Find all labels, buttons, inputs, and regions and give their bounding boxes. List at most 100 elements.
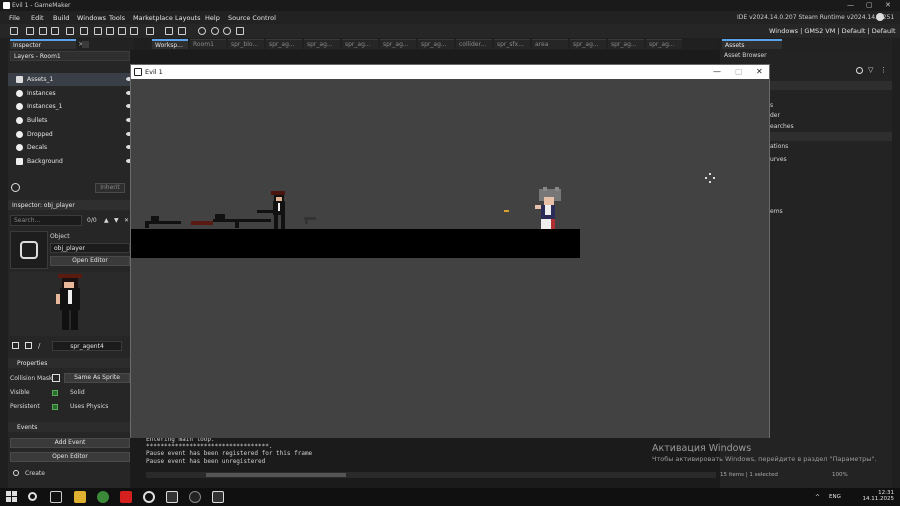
events-header[interactable]: Events bbox=[8, 422, 134, 432]
gamemaker-taskbar-icon[interactable] bbox=[166, 491, 178, 503]
more-icon[interactable]: ⋮ bbox=[880, 66, 887, 74]
tab-asset[interactable]: spr_ag... bbox=[608, 39, 644, 49]
language-indicator[interactable]: ENG bbox=[829, 494, 841, 500]
steam-icon[interactable] bbox=[189, 491, 201, 503]
pencil-icon[interactable]: / bbox=[38, 342, 40, 350]
zoom-out-icon[interactable] bbox=[211, 27, 219, 35]
account-icon[interactable] bbox=[876, 13, 884, 21]
help-icon[interactable] bbox=[178, 27, 186, 35]
save-icon[interactable] bbox=[51, 27, 59, 35]
add-asset-icon[interactable] bbox=[856, 67, 863, 74]
open-editor-events-button[interactable]: Open Editor bbox=[10, 452, 130, 462]
target-icon[interactable] bbox=[94, 27, 102, 35]
asset-row[interactable]: der bbox=[770, 112, 780, 119]
layer-row[interactable]: Decals bbox=[8, 141, 134, 154]
youtube-icon[interactable] bbox=[120, 491, 132, 503]
clock[interactable]: 12:31 14.11.2025 bbox=[863, 490, 895, 502]
collision-mask-select[interactable]: Same As Sprite bbox=[64, 373, 130, 383]
asset-zoom[interactable]: 100% bbox=[832, 472, 848, 478]
search-close-icon[interactable]: ✕ bbox=[124, 217, 129, 224]
tab-asset[interactable]: collider... bbox=[456, 39, 492, 49]
layer-row[interactable]: Dropped bbox=[8, 128, 134, 141]
open-project-icon[interactable] bbox=[39, 27, 47, 35]
tab-asset[interactable]: spr_ag... bbox=[342, 39, 378, 49]
menu-build[interactable]: Build bbox=[53, 14, 69, 22]
search-up-icon[interactable]: ▲ bbox=[104, 217, 109, 224]
zoom-in-icon[interactable] bbox=[198, 27, 206, 35]
zoom-reset-icon[interactable] bbox=[223, 27, 231, 35]
search-input[interactable]: Search... bbox=[10, 215, 82, 226]
settings-icon[interactable] bbox=[146, 27, 154, 35]
tab-assets[interactable]: Assets bbox=[722, 39, 782, 49]
search-taskbar-icon[interactable] bbox=[28, 492, 37, 501]
game-close-button[interactable]: ✕ bbox=[756, 67, 763, 76]
asset-row-selected[interactable] bbox=[770, 132, 892, 141]
tab-asset[interactable]: spr_ag... bbox=[266, 39, 302, 49]
tab-asset[interactable]: spr_sfx... bbox=[494, 39, 530, 49]
output-scrollbar[interactable] bbox=[146, 472, 716, 478]
asset-row[interactable]: ems bbox=[770, 208, 783, 215]
add-event-button[interactable]: Add Event bbox=[10, 438, 130, 448]
game-minimize-button[interactable]: — bbox=[713, 67, 721, 76]
minimize-button[interactable]: — bbox=[847, 1, 854, 9]
layer-row[interactable]: Instances bbox=[8, 87, 134, 100]
asset-row[interactable]: ations bbox=[770, 143, 788, 150]
menu-marketplace[interactable]: Marketplace bbox=[133, 14, 173, 22]
collision-mask-icon[interactable] bbox=[52, 374, 60, 382]
sprite-icon[interactable] bbox=[12, 342, 19, 349]
asset-row[interactable]: urves bbox=[770, 156, 787, 163]
stop-icon[interactable] bbox=[130, 27, 138, 35]
search-down-icon[interactable]: ▼ bbox=[114, 217, 119, 224]
chrome-icon[interactable] bbox=[97, 491, 109, 503]
menu-source-control[interactable]: Source Control bbox=[228, 14, 276, 22]
task-view-icon[interactable] bbox=[50, 491, 62, 503]
asset-row-selected[interactable] bbox=[770, 81, 892, 90]
target-status[interactable]: Windows | GMS2 VM | Default | Default bbox=[769, 27, 896, 35]
asset-row[interactable]: s bbox=[770, 102, 773, 109]
layer-row[interactable]: Background bbox=[8, 155, 134, 168]
tab-room1[interactable]: Room1 bbox=[190, 39, 226, 49]
new-project-icon[interactable] bbox=[26, 27, 34, 35]
add-layer-icon[interactable] bbox=[11, 183, 20, 192]
run-icon[interactable] bbox=[118, 27, 126, 35]
tab-workspace[interactable]: Worksp... bbox=[152, 39, 188, 49]
start-button[interactable] bbox=[6, 491, 18, 503]
inherit-button[interactable]: Inherit bbox=[95, 183, 125, 193]
game-window-titlebar[interactable]: Evil 1 — ▢ ✕ bbox=[131, 65, 769, 79]
edit-sprite-icon[interactable] bbox=[25, 342, 32, 349]
game-canvas[interactable] bbox=[131, 79, 769, 438]
menu-file[interactable]: File bbox=[9, 14, 20, 22]
filter-icon[interactable]: ▽ bbox=[868, 66, 873, 74]
maximize-button[interactable]: ▢ bbox=[866, 1, 873, 9]
sprite-field[interactable]: spr_agent4 bbox=[52, 341, 122, 351]
app-icon[interactable] bbox=[143, 491, 155, 503]
layer-row[interactable]: Assets_1 bbox=[8, 73, 134, 86]
add-tab-icon[interactable] bbox=[82, 41, 89, 48]
game-taskbar-icon[interactable] bbox=[212, 491, 224, 503]
menu-edit[interactable]: Edit bbox=[31, 14, 44, 22]
persistent-checkbox[interactable] bbox=[52, 404, 58, 410]
layer-row[interactable]: Instances_1 bbox=[8, 100, 134, 113]
tab-asset[interactable]: spr_ag... bbox=[380, 39, 416, 49]
game-window[interactable]: Evil 1 — ▢ ✕ bbox=[130, 64, 770, 438]
tab-asset[interactable]: spr_ag... bbox=[646, 39, 682, 49]
tab-asset[interactable]: area bbox=[532, 39, 568, 49]
tab-asset[interactable]: spr_ag... bbox=[304, 39, 340, 49]
close-button[interactable]: ✕ bbox=[885, 1, 891, 9]
tray-arrow-icon[interactable]: ^ bbox=[815, 494, 820, 501]
game-options-icon[interactable] bbox=[165, 27, 173, 35]
fit-icon[interactable] bbox=[236, 27, 244, 35]
tab-asset[interactable]: spr_blo... bbox=[228, 39, 264, 49]
debug-icon[interactable] bbox=[106, 27, 114, 35]
tab-asset[interactable]: spr_ag... bbox=[418, 39, 454, 49]
menu-tools[interactable]: Tools bbox=[109, 14, 125, 22]
file-explorer-icon[interactable] bbox=[74, 491, 86, 503]
game-maximize-button[interactable]: ▢ bbox=[735, 67, 743, 76]
tab-inspector[interactable]: Inspector bbox=[10, 39, 76, 49]
clean-icon[interactable] bbox=[80, 27, 88, 35]
create-event[interactable]: Create bbox=[25, 470, 45, 477]
menu-windows[interactable]: Windows bbox=[77, 14, 106, 22]
object-name-field[interactable]: obj_player bbox=[50, 243, 130, 253]
menu-help[interactable]: Help bbox=[205, 14, 220, 22]
menu-hamburger-icon[interactable] bbox=[10, 27, 18, 35]
